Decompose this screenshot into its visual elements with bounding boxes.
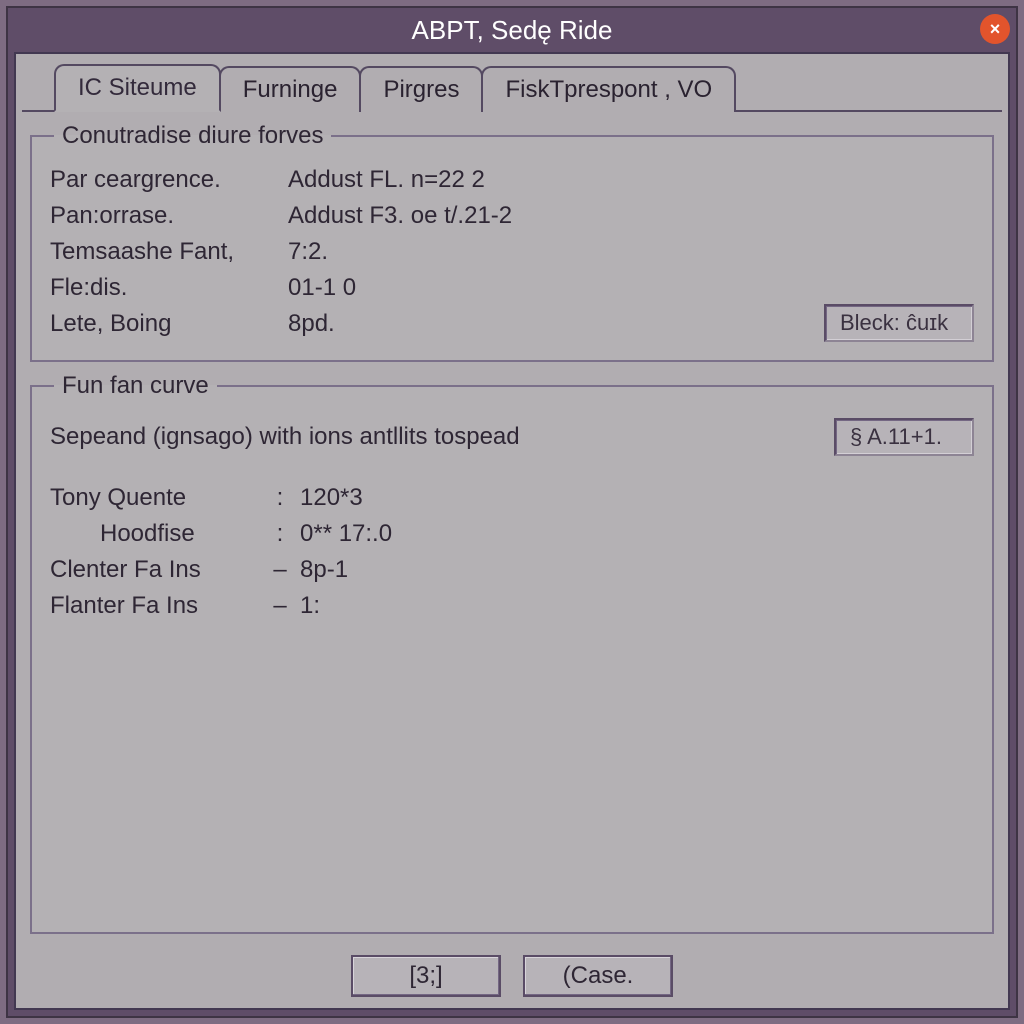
g2-label-3: Flanter Fa Ins	[50, 592, 260, 620]
g2-label-1: Hoodfise	[50, 520, 260, 548]
group-legend-2: Fun fan curve	[54, 372, 217, 400]
g2-value-3: 1:	[300, 592, 320, 620]
g2-sep-0: :	[268, 484, 292, 512]
g2-row-0: Tony Quente:120*3	[50, 480, 974, 516]
g1-value-0: Addust FL. n=22 2	[288, 166, 974, 194]
tab-2[interactable]: Pirgres	[359, 66, 483, 112]
tab-content: Conutradise diure forves Par ceargrence.…	[16, 112, 1008, 944]
bleck-button[interactable]: Bleck: ĉuɪk	[824, 304, 974, 342]
g2-sep-2: –	[268, 556, 292, 584]
sepeand-label: Sepeand (ignsago) with ions antllits tos…	[50, 423, 520, 451]
window-title: ABPT, Sedę Ride	[412, 15, 613, 46]
g2-row-3: Flanter Fa Ins–1:	[50, 588, 974, 624]
close-icon[interactable]: ×	[980, 14, 1010, 44]
group-legend-1: Conutradise diure forves	[54, 122, 331, 150]
titlebar: ABPT, Sedę Ride ×	[8, 8, 1016, 52]
ok-button[interactable]: [3;]	[351, 955, 501, 997]
g1-row-3: Fle:dis. 01-1 0	[50, 270, 974, 306]
g2-label-2: Clenter Fa Ins	[50, 556, 260, 584]
tab-row: IC SiteumeFurningePirgresFiskTprespont ,…	[16, 54, 1008, 110]
window-body: IC SiteumeFurningePirgresFiskTprespont ,…	[14, 52, 1010, 1010]
g1-row-2: Temsaashe Fant, 7:2.	[50, 234, 974, 270]
g1-label-1: Pan:orrase.	[50, 202, 280, 230]
g1-value-2: 7:2.	[288, 238, 974, 266]
g2-value-0: 120*3	[300, 484, 363, 512]
g1-label-2: Temsaashe Fant,	[50, 238, 280, 266]
tab-3[interactable]: FiskTprespont , VO	[481, 66, 736, 112]
dialog-window: ABPT, Sedę Ride × IC SiteumeFurningePirg…	[6, 6, 1018, 1018]
g1-row-1: Pan:orrase. Addust F3. oe t/.21-2	[50, 198, 974, 234]
g1-row-0: Par ceargrence. Addust FL. n=22 2	[50, 162, 974, 198]
g2-row-2: Clenter Fa Ins–8p-1	[50, 552, 974, 588]
sepeand-button[interactable]: § A.11+1.	[834, 418, 974, 456]
g1-value-3: 01-1 0	[288, 274, 974, 302]
group-conutradise: Conutradise diure forves Par ceargrence.…	[30, 122, 994, 362]
tab-1[interactable]: Furninge	[219, 66, 362, 112]
g1-value-1: Addust F3. oe t/.21-2	[288, 202, 974, 230]
g2-value-2: 8p-1	[300, 556, 348, 584]
cancel-button[interactable]: (Case.	[523, 955, 673, 997]
tab-0[interactable]: IC Siteume	[54, 64, 221, 112]
g2-sep-3: –	[268, 592, 292, 620]
g2-label-0: Tony Quente	[50, 484, 260, 512]
g1-label-3: Fle:dis.	[50, 274, 280, 302]
g2-sep-1: :	[268, 520, 292, 548]
g2-row-1: Hoodfise:0** 17:.0	[50, 516, 974, 552]
g1-label-4: Lete, Boing	[50, 310, 280, 338]
group-fan-curve: Fun fan curve Sepeand (ignsago) with ion…	[30, 372, 994, 934]
g1-label-0: Par ceargrence.	[50, 166, 280, 194]
g2-value-1: 0** 17:.0	[300, 520, 392, 548]
dialog-button-bar: [3;] (Case.	[16, 944, 1008, 1008]
